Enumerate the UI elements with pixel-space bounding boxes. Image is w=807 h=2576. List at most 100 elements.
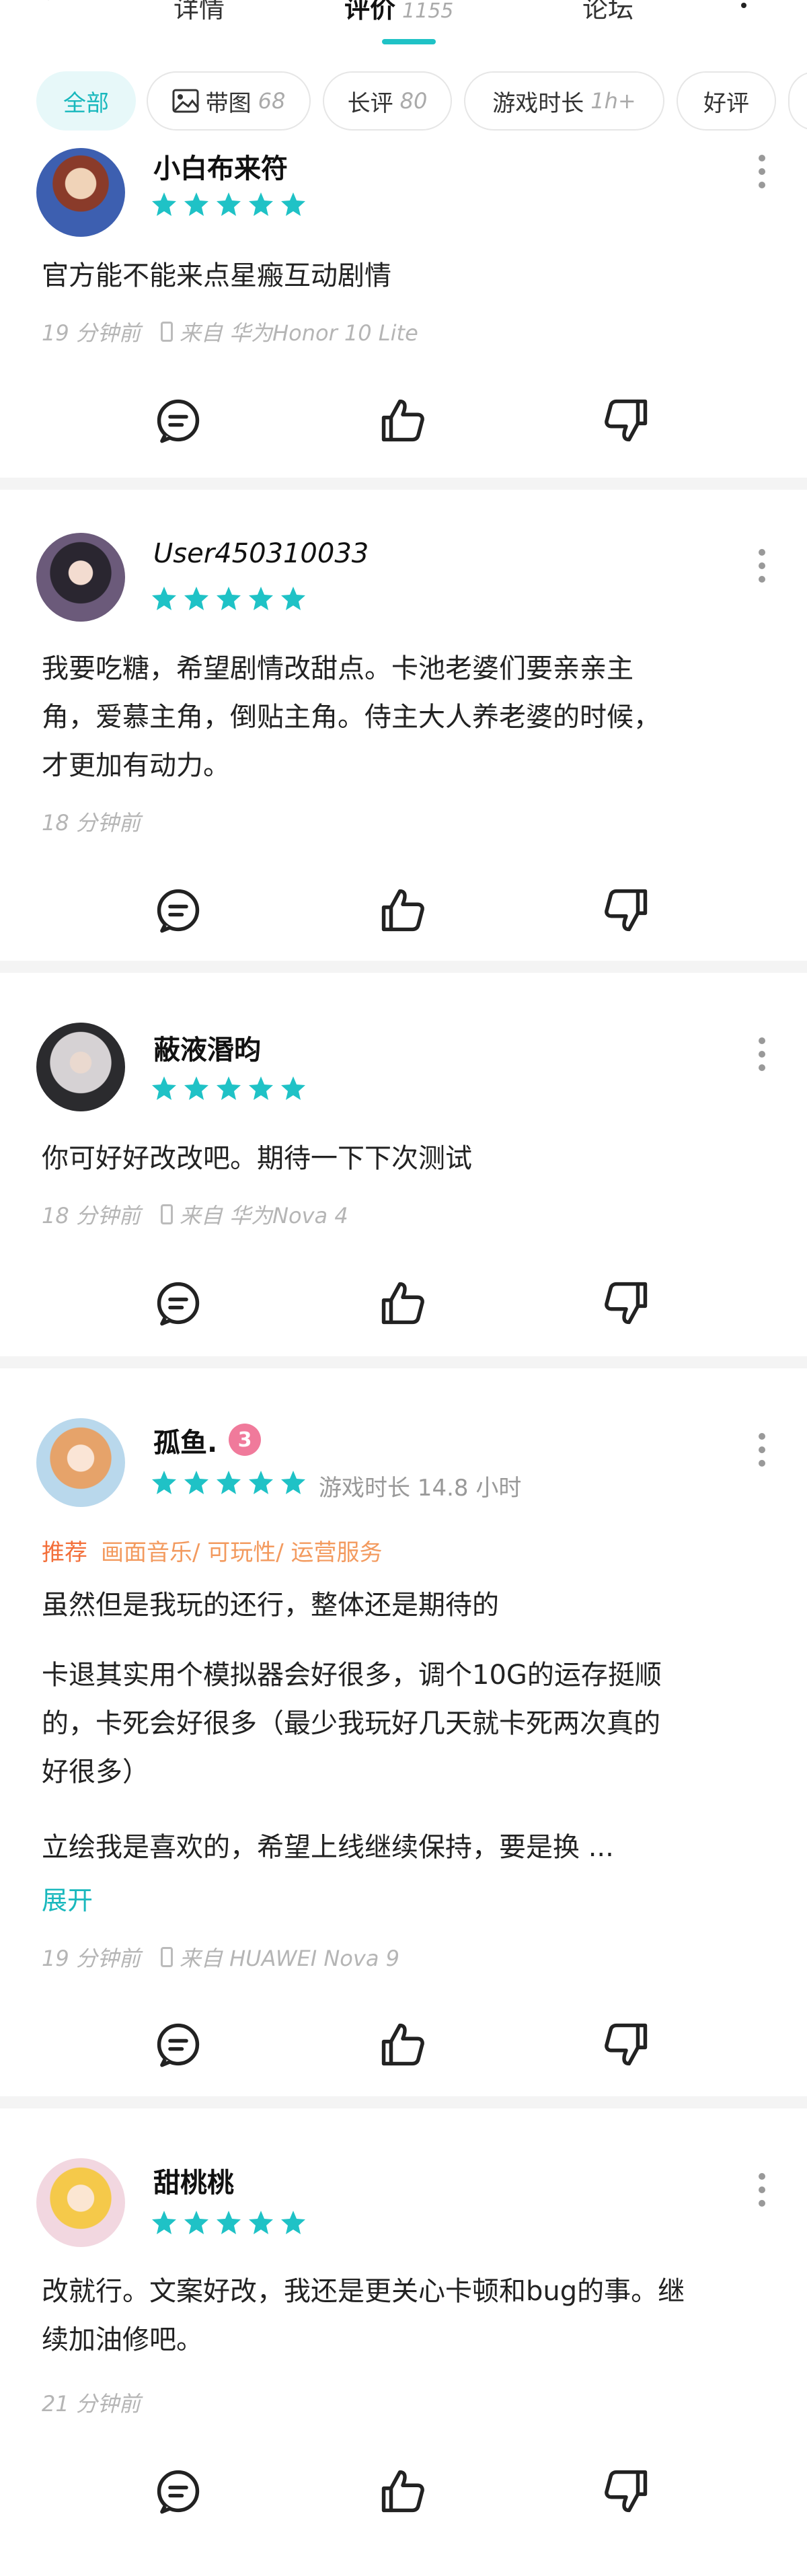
filter-long-reviews[interactable]: 长评 80 [323, 71, 452, 131]
review-text: 你可好好改改吧。期待一下下次测试 [42, 1143, 472, 1174]
divider [0, 2096, 807, 2108]
back-arrow-icon[interactable] [40, 0, 67, 12]
review-card: User450310033 我要吃糖，希望剧情改甜点。卡池老婆们要亲亲主 角，爱… [0, 490, 807, 961]
playtime: 游戏时长 14.8 小时 [319, 1475, 522, 1502]
review-paragraph: 立绘我是喜欢的，希望上线继续保持，要是换 ... [42, 1832, 614, 1863]
dislike-icon[interactable] [603, 397, 650, 444]
avatar[interactable] [36, 533, 125, 622]
star-icon [247, 191, 274, 218]
filter-chips: 全部 带图 68 长评 80 游戏时长 1h+ 好评 [0, 67, 807, 135]
star-icon [151, 1469, 178, 1496]
star-icon [247, 2209, 274, 2236]
star-icon [280, 191, 307, 218]
star-icon [280, 585, 307, 612]
filter-more[interactable] [788, 71, 807, 131]
star-icon [247, 585, 274, 612]
username[interactable]: 孤鱼. [153, 1421, 217, 1460]
username[interactable]: User450310033 [153, 538, 369, 569]
comment-icon[interactable] [155, 2468, 202, 2515]
review-card: 孤鱼. 3 游戏时长 14.8 小时 推荐 画面音乐/ 可玩性/ 运营服务 虽然但… [0, 1368, 807, 2096]
star-rating [151, 191, 312, 218]
review-meta: 19 分钟前 来自 华为Honor 10 Lite [42, 316, 418, 347]
like-icon[interactable] [379, 1280, 426, 1327]
review-card: 蔽液湣昀 你可好好改改吧。期待一下下次测试 18 分钟前 来自 华为Nova 4 [0, 973, 807, 1356]
username[interactable]: 蔽液湣昀 [153, 1028, 261, 1067]
timestamp: 19 分钟前 [42, 1946, 141, 1971]
comment-icon[interactable] [155, 2021, 202, 2068]
review-actions [0, 2021, 807, 2068]
review-text: 改就行。文案好改，我还是更关心卡顿和bug的事。继 续加油修吧。 [42, 2276, 685, 2355]
avatar[interactable] [36, 2158, 125, 2247]
expand-link[interactable]: 展开 [42, 1880, 93, 1917]
star-icon [215, 2209, 242, 2236]
star-icon [247, 1469, 274, 1496]
tab-reviews[interactable]: 评价 1155 [344, 0, 453, 25]
recommend-label: 推荐 [42, 1539, 87, 1566]
dislike-icon[interactable] [603, 2021, 650, 2068]
divider [0, 961, 807, 973]
divider [0, 1356, 807, 1368]
star-rating [151, 1075, 312, 1102]
comment-icon[interactable] [155, 887, 202, 934]
like-icon[interactable] [379, 2468, 426, 2515]
star-icon [183, 1075, 210, 1102]
comment-icon[interactable] [155, 397, 202, 444]
filter-with-images[interactable]: 带图 68 [147, 71, 311, 131]
star-icon [183, 1469, 210, 1496]
review-text: 我要吃糖，希望剧情改甜点。卡池老婆们要亲亲主 角，爱慕主角，倒贴主角。侍主大人养… [42, 653, 660, 781]
review-actions [0, 1280, 807, 1327]
filter-playtime[interactable]: 游戏时长 1h+ [464, 71, 664, 131]
star-icon [215, 1469, 242, 1496]
star-icon [151, 585, 178, 612]
more-options-icon[interactable] [759, 2173, 765, 2213]
star-icon [215, 191, 242, 218]
username[interactable]: 甜桃桃 [153, 2161, 234, 2200]
dislike-icon[interactable] [603, 2468, 650, 2515]
timestamp: 21 分钟前 [42, 2391, 141, 2417]
star-icon [280, 1469, 307, 1496]
recommend-tag-list: 画面音乐/ 可玩性/ 运营服务 [101, 1539, 383, 1566]
star-rating [151, 1469, 312, 1496]
phone-icon [160, 322, 173, 342]
review-meta: 18 分钟前 来自 华为Nova 4 [42, 1199, 348, 1230]
tab-forum[interactable]: 论坛 [582, 0, 633, 25]
review-text: 官方能不能来点星瘢互动剧情 [42, 260, 391, 291]
review-card: 小白布来符 官方能不能来点星瘢互动剧情 19 分钟前 来自 华为Honor 10 … [0, 135, 807, 478]
review-meta: 18 分钟前 [42, 806, 141, 837]
like-icon[interactable] [379, 397, 426, 444]
image-icon [172, 89, 199, 113]
top-bar: 详情 评价 1155 论坛 [0, 0, 807, 47]
more-options-icon[interactable] [759, 1433, 765, 1473]
review-meta: 21 分钟前 [42, 2387, 141, 2418]
tab-details[interactable]: 详情 [174, 0, 225, 25]
filter-positive[interactable]: 好评 [677, 71, 776, 131]
avatar[interactable] [36, 1023, 125, 1111]
comment-icon[interactable] [155, 1280, 202, 1327]
level-badge: 3 [229, 1424, 261, 1456]
star-icon [280, 2209, 307, 2236]
active-tab-indicator [382, 39, 436, 44]
username[interactable]: 小白布来符 [153, 147, 288, 186]
recommend-tags: 推荐 画面音乐/ 可玩性/ 运营服务 [42, 1534, 383, 1567]
avatar[interactable] [36, 1418, 125, 1507]
phone-icon [160, 1947, 173, 1967]
star-icon [183, 585, 210, 612]
like-icon[interactable] [379, 2021, 426, 2068]
more-options-icon[interactable] [759, 155, 765, 195]
timestamp: 18 分钟前 [42, 810, 141, 836]
dislike-icon[interactable] [603, 887, 650, 934]
more-options-icon[interactable] [759, 1037, 765, 1078]
more-icon[interactable] [741, 3, 746, 8]
avatar[interactable] [36, 148, 125, 237]
device: 来自 华为Nova 4 [179, 1203, 348, 1228]
star-icon [247, 1075, 274, 1102]
device: 来自 HUAWEI Nova 9 [179, 1946, 399, 1971]
star-icon [183, 191, 210, 218]
star-icon [215, 585, 242, 612]
filter-all[interactable]: 全部 [36, 71, 136, 131]
more-options-icon[interactable] [759, 549, 765, 589]
dislike-icon[interactable] [603, 1280, 650, 1327]
like-icon[interactable] [379, 887, 426, 934]
star-icon [151, 191, 178, 218]
review-meta: 19 分钟前 来自 HUAWEI Nova 9 [42, 1942, 399, 1973]
